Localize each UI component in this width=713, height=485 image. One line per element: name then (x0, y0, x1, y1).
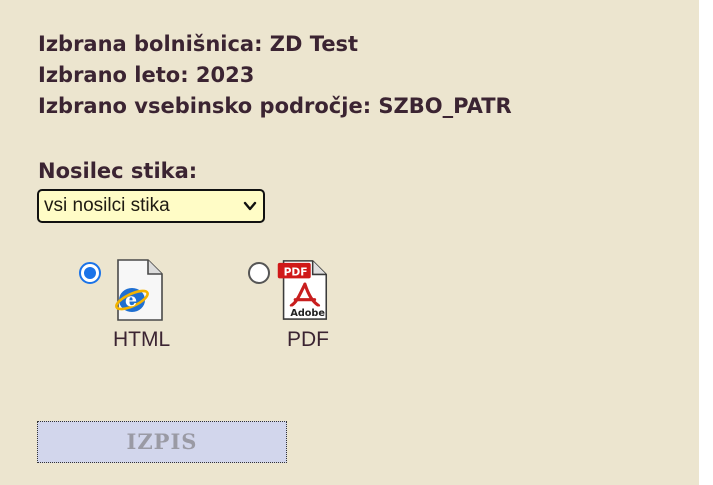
html-format-label: HTML (113, 328, 171, 351)
carrier-select-value: vsi nosilci stika (44, 195, 170, 216)
report-panel: Izbrana bolnišnica: ZD Test Izbrano leto… (0, 0, 699, 485)
pdf-vendor-text: Adobe (290, 308, 325, 319)
carrier-select[interactable]: vsi nosilci stika (37, 189, 265, 223)
pdf-format-radio[interactable] (248, 262, 270, 284)
html-file-icon[interactable]: e (110, 258, 164, 322)
selected-hospital: Izbrana bolnišnica: ZD Test (38, 32, 359, 56)
pdf-badge-text: PDF (284, 265, 308, 278)
selected-year: Izbrano leto: 2023 (38, 63, 255, 87)
chevron-down-icon (243, 201, 257, 211)
selected-area: Izbrano vsebinsko področje: SZBO_PATR (38, 94, 512, 118)
pdf-file-icon[interactable]: PDF Adobe (275, 257, 329, 321)
carrier-label: Nosilec stika: (38, 159, 198, 183)
html-format-radio[interactable] (79, 262, 101, 284)
print-button[interactable]: IZPIS (37, 421, 287, 463)
svg-text:e: e (125, 289, 137, 311)
pdf-format-label: PDF (287, 328, 329, 351)
